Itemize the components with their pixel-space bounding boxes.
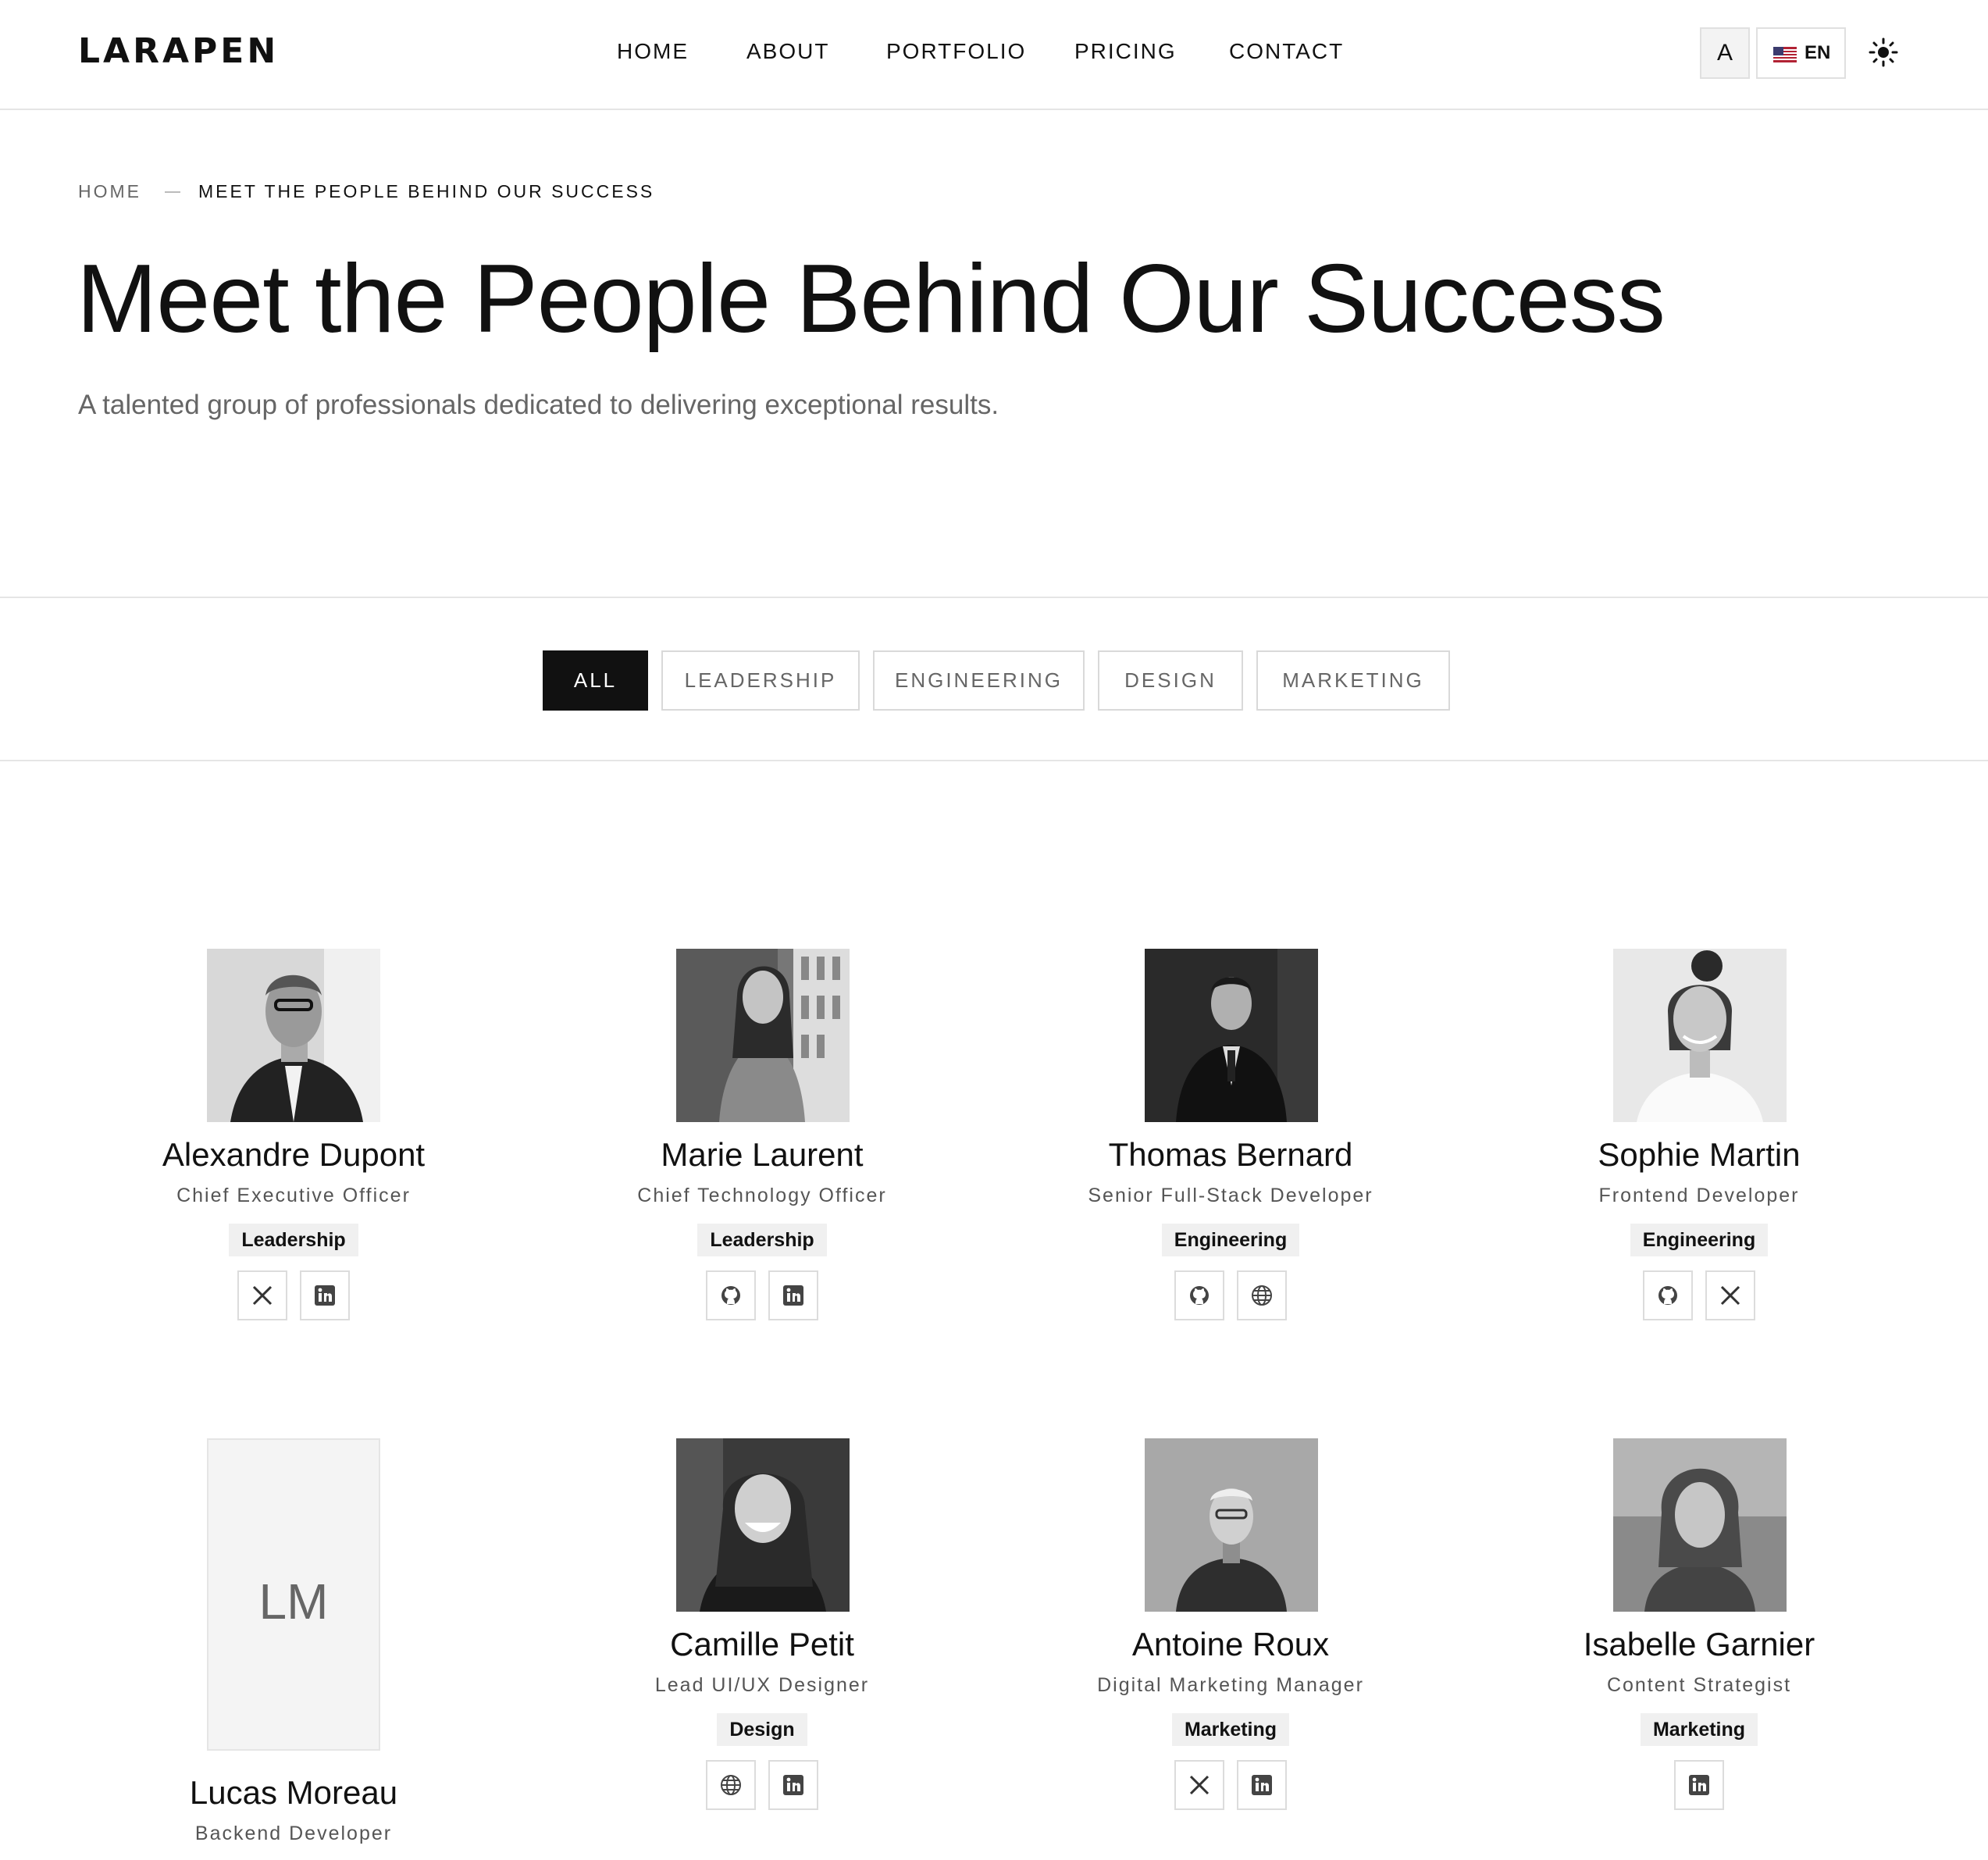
x-link[interactable] <box>1705 1270 1755 1320</box>
page-subtitle: A talented group of professionals dedica… <box>78 390 999 420</box>
member-initials: LM <box>258 1573 329 1630</box>
filter-design[interactable]: DESIGN <box>1098 650 1243 711</box>
member-role: Content Strategist <box>1606 1674 1792 1696</box>
linkedin-link[interactable] <box>768 1760 818 1810</box>
nav-about[interactable]: ABOUT <box>746 39 829 70</box>
member-role: Senior Full-Stack Developer <box>1088 1185 1373 1206</box>
x-link[interactable] <box>1174 1760 1224 1810</box>
github-link[interactable] <box>1643 1270 1693 1320</box>
linkedin-icon <box>783 1285 803 1306</box>
member-name: Marie Laurent <box>661 1136 864 1173</box>
github-icon <box>1658 1286 1677 1305</box>
language-code: EN <box>1805 42 1831 63</box>
member-role: Lead UI/UX Designer <box>654 1674 870 1696</box>
member-role: Digital Marketing Manager <box>1097 1674 1364 1696</box>
department-badge: Marketing <box>1640 1713 1758 1746</box>
x-icon <box>1189 1775 1210 1795</box>
department-badge: Leadership <box>229 1224 358 1256</box>
filter-all[interactable]: ALL <box>543 650 648 711</box>
member-role: Backend Developer <box>194 1823 393 1844</box>
member-photo <box>207 949 380 1122</box>
member-photo <box>1613 1438 1787 1612</box>
sun-icon <box>1869 37 1898 67</box>
us-flag-icon <box>1773 47 1797 62</box>
member-role: Chief Technology Officer <box>637 1185 887 1206</box>
font-size-toggle[interactable]: A <box>1700 27 1750 79</box>
department-badge: Marketing <box>1171 1713 1290 1746</box>
member-photo <box>1145 949 1318 1122</box>
website-link[interactable] <box>1237 1270 1287 1320</box>
theme-toggle[interactable] <box>1868 37 1899 68</box>
member-photo <box>676 1438 850 1612</box>
linkedin-icon <box>315 1285 335 1306</box>
site-header: LARAPEN HOME ABOUT PORTFOLIO PRICING CON… <box>0 0 1988 110</box>
member-photo <box>1145 1438 1318 1612</box>
member-name: Alexandre Dupont <box>162 1136 426 1173</box>
department-badge: Engineering <box>1161 1224 1300 1256</box>
member-role: Frontend Developer <box>1598 1185 1800 1206</box>
filter-marketing[interactable]: MARKETING <box>1256 650 1450 711</box>
breadcrumb-home[interactable]: HOME <box>78 181 141 202</box>
globe-icon <box>721 1775 741 1795</box>
member-photo <box>1613 949 1787 1122</box>
department-badge: Design <box>717 1713 807 1746</box>
github-link[interactable] <box>706 1270 756 1320</box>
filter-engineering[interactable]: ENGINEERING <box>873 650 1085 711</box>
linkedin-icon <box>1689 1775 1709 1795</box>
member-name: Camille Petit <box>670 1626 854 1662</box>
github-link[interactable] <box>1174 1270 1224 1320</box>
x-icon <box>1720 1285 1740 1306</box>
filter-leadership[interactable]: LEADERSHIP <box>661 650 860 711</box>
linkedin-link[interactable] <box>1237 1760 1287 1810</box>
nav-portfolio[interactable]: PORTFOLIO <box>886 39 1026 70</box>
department-badge: Leadership <box>697 1224 827 1256</box>
member-photo <box>676 949 850 1122</box>
nav-pricing[interactable]: PRICING <box>1074 39 1177 70</box>
linkedin-icon <box>783 1775 803 1795</box>
member-role: Chief Executive Officer <box>176 1185 411 1206</box>
site-logo[interactable]: LARAPEN <box>78 31 279 71</box>
nav-home[interactable]: HOME <box>617 39 689 70</box>
linkedin-link[interactable] <box>300 1270 350 1320</box>
member-name: Antoine Roux <box>1131 1626 1330 1662</box>
department-badge: Engineering <box>1630 1224 1769 1256</box>
filter-bar: ALL LEADERSHIP ENGINEERING DESIGN MARKET… <box>0 597 1988 761</box>
x-icon <box>252 1285 273 1306</box>
language-selector[interactable]: EN <box>1756 27 1846 79</box>
x-link[interactable] <box>237 1270 287 1320</box>
linkedin-link[interactable] <box>1674 1760 1724 1810</box>
page-title: Meet the People Behind Our Success <box>77 245 1666 353</box>
globe-icon <box>1252 1285 1272 1306</box>
member-name: Sophie Martin <box>1598 1136 1801 1173</box>
member-name: Lucas Moreau <box>189 1774 398 1811</box>
breadcrumb-current: MEET THE PEOPLE BEHIND OUR SUCCESS <box>198 181 655 201</box>
linkedin-link[interactable] <box>768 1270 818 1320</box>
breadcrumb-separator <box>165 191 180 193</box>
github-icon <box>1190 1286 1209 1305</box>
linkedin-icon <box>1252 1775 1272 1795</box>
nav-contact[interactable]: CONTACT <box>1229 39 1344 70</box>
member-name: Thomas Bernard <box>1108 1136 1353 1173</box>
member-avatar-placeholder: LM <box>207 1438 380 1751</box>
github-icon <box>721 1286 740 1305</box>
member-name: Isabelle Garnier <box>1583 1626 1815 1662</box>
website-link[interactable] <box>706 1760 756 1810</box>
